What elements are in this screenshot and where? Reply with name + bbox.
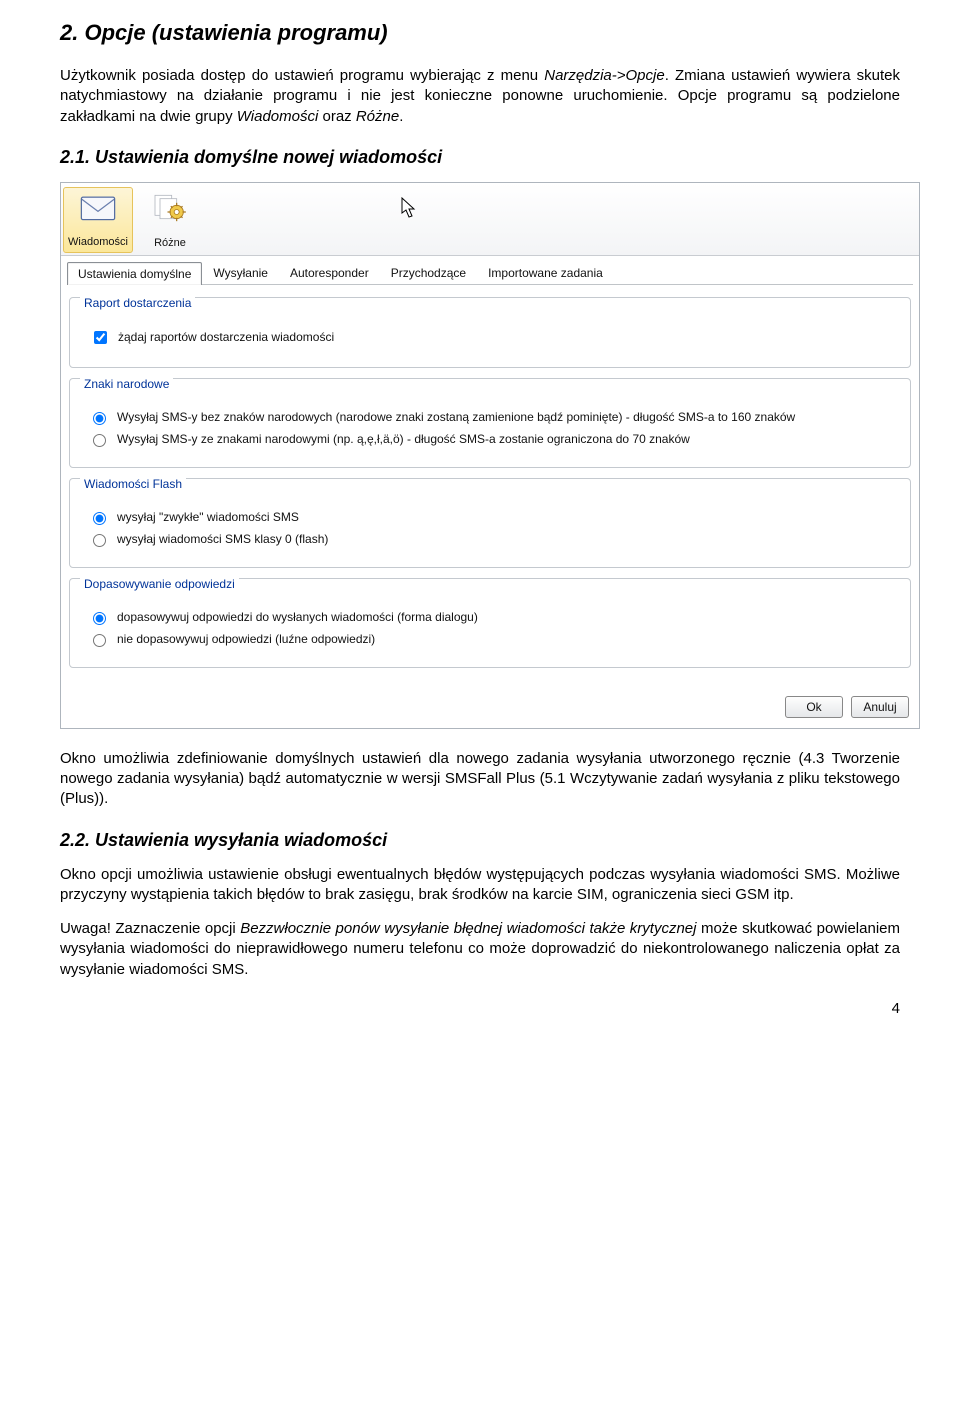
fieldset-raport-title: Raport dostarczenia — [80, 296, 195, 310]
radio-klasa0-row[interactable]: wysyłaj wiadomości SMS klasy 0 (flash) — [82, 531, 898, 547]
check-zadaj-raportow-row[interactable]: żądaj raportów dostarczenia wiadomości — [82, 328, 898, 347]
intro-text-4: . — [399, 108, 403, 125]
radio-dopasowuj-label: dopasowywuj odpowiedzi do wysłanych wiad… — [117, 610, 478, 624]
radio-bez-znakow-row[interactable]: Wysyłaj SMS-y bez znaków narodowych (nar… — [82, 409, 898, 425]
toolbar-top: Wiadomości Różne — [61, 183, 919, 255]
toolbar-tab-wiadomosci[interactable]: Wiadomości — [63, 187, 133, 253]
radio-dopasowuj-row[interactable]: dopasowywuj odpowiedzi do wysłanych wiad… — [82, 609, 898, 625]
heading-opcje: 2. Opcje (ustawienia programu) — [60, 20, 900, 46]
tab-autoresponder[interactable]: Autoresponder — [279, 261, 380, 284]
radio-zwykle-row[interactable]: wysyłaj "zwykłe" wiadomości SMS — [82, 509, 898, 525]
toolbar-tab-rozne-label: Różne — [154, 237, 186, 249]
check-zadaj-raportow-label: żądaj raportów dostarczenia wiadomości — [118, 330, 334, 344]
para-after-screenshot: Okno umożliwia zdefiniowanie domyślnych … — [60, 749, 900, 810]
envelope-icon — [78, 190, 118, 229]
heading-22: 2.2. Ustawienia wysyłania wiadomości — [60, 830, 900, 851]
radio-nie-dopasowuj[interactable] — [93, 634, 106, 647]
radio-zwykle[interactable] — [93, 512, 106, 525]
para-uwaga: Uwaga! Zaznaczenie opcji Bezzwłocznie po… — [60, 919, 900, 980]
toolbar-tab-wiadomosci-label: Wiadomości — [68, 236, 128, 248]
toolbar-tab-rozne[interactable]: Różne — [135, 187, 205, 253]
options-window: Wiadomości Różne — [60, 182, 920, 729]
tab-ustawienia-domyslne[interactable]: Ustawienia domyślne — [67, 262, 202, 285]
radio-dopasowuj[interactable] — [93, 612, 106, 625]
radio-klasa0-label: wysyłaj wiadomości SMS klasy 0 (flash) — [117, 532, 328, 546]
radio-bez-znakow[interactable] — [93, 412, 106, 425]
fieldset-znaki-title: Znaki narodowe — [80, 377, 173, 391]
page-number: 4 — [60, 1000, 900, 1017]
intro-paragraph: Użytkownik posiada dostęp do ustawień pr… — [60, 66, 900, 127]
intro-emph-3: Różne — [356, 108, 399, 125]
tabs-row: Ustawienia domyślne Wysyłanie Autorespon… — [61, 256, 919, 284]
fieldset-znaki: Znaki narodowe Wysyłaj SMS-y bez znaków … — [69, 378, 911, 468]
tab-przychodzace[interactable]: Przychodzące — [380, 261, 477, 284]
fieldset-flash: Wiadomości Flash wysyłaj "zwykłe" wiadom… — [69, 478, 911, 568]
radio-zwykle-label: wysyłaj "zwykłe" wiadomości SMS — [117, 510, 299, 524]
sheets-gear-icon — [150, 189, 190, 228]
para-22: Okno opcji umożliwia ustawienie obsługi … — [60, 865, 900, 906]
window-buttons: Ok Anuluj — [785, 696, 909, 718]
fieldset-dopasowywanie: Dopasowywanie odpowiedzi dopasowywuj odp… — [69, 578, 911, 668]
intro-emph-1: Narzędzia->Opcje — [544, 67, 664, 84]
radio-ze-znakami-label: Wysyłaj SMS-y ze znakami narodowymi (np.… — [117, 432, 690, 446]
intro-text-1: Użytkownik posiada dostęp do ustawień pr… — [60, 67, 544, 84]
cancel-button[interactable]: Anuluj — [851, 696, 909, 718]
radio-ze-znakami[interactable] — [93, 434, 106, 447]
fieldset-raport: Raport dostarczenia żądaj raportów dosta… — [69, 297, 911, 368]
cursor-icon — [401, 197, 417, 219]
radio-ze-znakami-row[interactable]: Wysyłaj SMS-y ze znakami narodowymi (np.… — [82, 431, 898, 447]
radio-nie-dopasowuj-row[interactable]: nie dopasowywuj odpowiedzi (luźne odpowi… — [82, 631, 898, 647]
ok-button[interactable]: Ok — [785, 696, 843, 718]
fieldset-dopasowywanie-title: Dopasowywanie odpowiedzi — [80, 577, 239, 591]
radio-nie-dopasowuj-label: nie dopasowywuj odpowiedzi (luźne odpowi… — [117, 632, 375, 646]
fieldset-flash-title: Wiadomości Flash — [80, 477, 186, 491]
radio-bez-znakow-label: Wysyłaj SMS-y bez znaków narodowych (nar… — [117, 410, 795, 424]
heading-21: 2.1. Ustawienia domyślne nowej wiadomośc… — [60, 147, 900, 168]
uwaga-pre: Uwaga! Zaznaczenie opcji — [60, 920, 240, 937]
intro-emph-2: Wiadomości — [237, 108, 319, 125]
uwaga-ital: Bezzwłocznie ponów wysyłanie błędnej wia… — [240, 920, 696, 937]
tab-importowane-zadania[interactable]: Importowane zadania — [477, 261, 614, 284]
tab-wysylanie[interactable]: Wysyłanie — [202, 261, 279, 284]
intro-text-3: oraz — [318, 108, 356, 125]
panel-ustawienia-domyslne: Raport dostarczenia żądaj raportów dosta… — [61, 285, 919, 728]
radio-klasa0[interactable] — [93, 534, 106, 547]
check-zadaj-raportow[interactable] — [94, 331, 107, 344]
